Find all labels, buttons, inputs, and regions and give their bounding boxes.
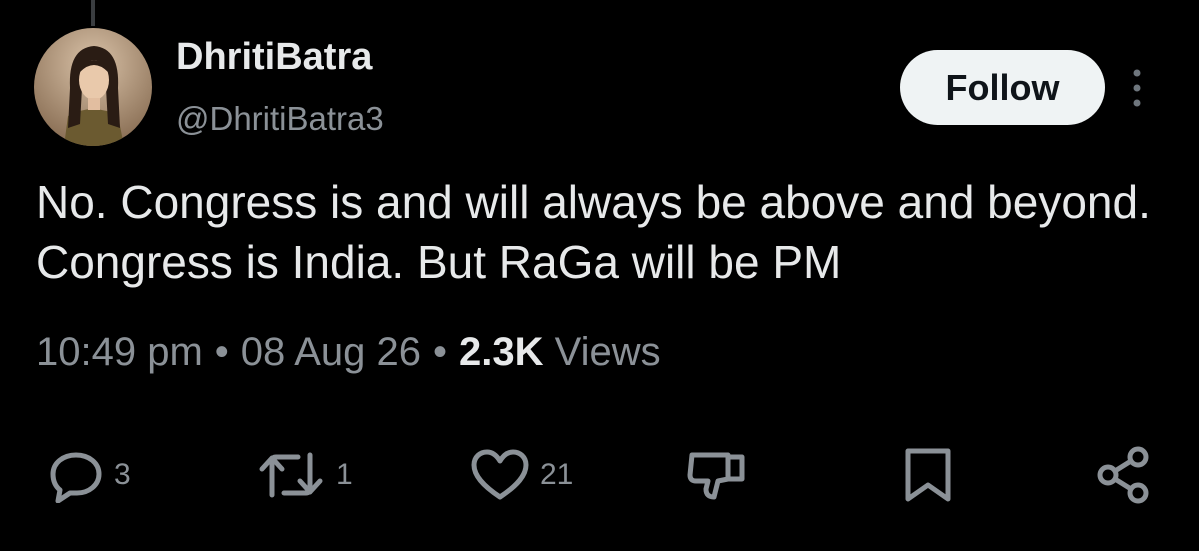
like-count: 21 — [540, 458, 574, 491]
reply-icon — [50, 452, 102, 503]
tweet-text: No. Congress is and will always be above… — [36, 176, 1151, 288]
views-count: 2.3K — [459, 330, 544, 374]
meta-separator: • — [214, 330, 229, 374]
bookmark-icon — [905, 448, 951, 502]
heart-icon — [471, 449, 529, 500]
reply-button[interactable]: 3 — [48, 440, 131, 510]
repost-icon — [259, 452, 323, 498]
tweet-time[interactable]: 10:49 pm — [36, 330, 203, 375]
tweet-meta: 10:49 pm • 08 Aug 26 • 2.3K Views — [36, 330, 661, 375]
downvote-button[interactable] — [684, 440, 748, 510]
avatar-image — [34, 28, 152, 146]
author-display-name[interactable]: DhritiBatra — [176, 36, 372, 79]
repost-count: 1 — [336, 458, 353, 491]
more-vertical-icon — [1133, 69, 1141, 107]
tweet-action-bar: 3 1 21 — [0, 440, 1199, 510]
meta-separator: • — [432, 330, 447, 374]
bookmark-button[interactable] — [898, 440, 958, 510]
repost-button[interactable]: 1 — [256, 440, 353, 510]
views-label: Views — [554, 330, 661, 374]
share-button[interactable] — [1094, 440, 1154, 510]
avatar[interactable] — [34, 28, 152, 146]
reply-count: 3 — [114, 458, 131, 491]
author-handle[interactable]: @DhritiBatra3 — [176, 100, 384, 138]
like-button[interactable]: 21 — [470, 440, 573, 510]
thread-connector-line — [91, 0, 95, 26]
share-icon — [1097, 446, 1149, 504]
downvote-icon — [687, 452, 745, 500]
tweet-date[interactable]: 08 Aug 26 — [241, 330, 421, 375]
follow-button[interactable]: Follow — [900, 50, 1105, 125]
more-options-button[interactable] — [1124, 66, 1150, 110]
